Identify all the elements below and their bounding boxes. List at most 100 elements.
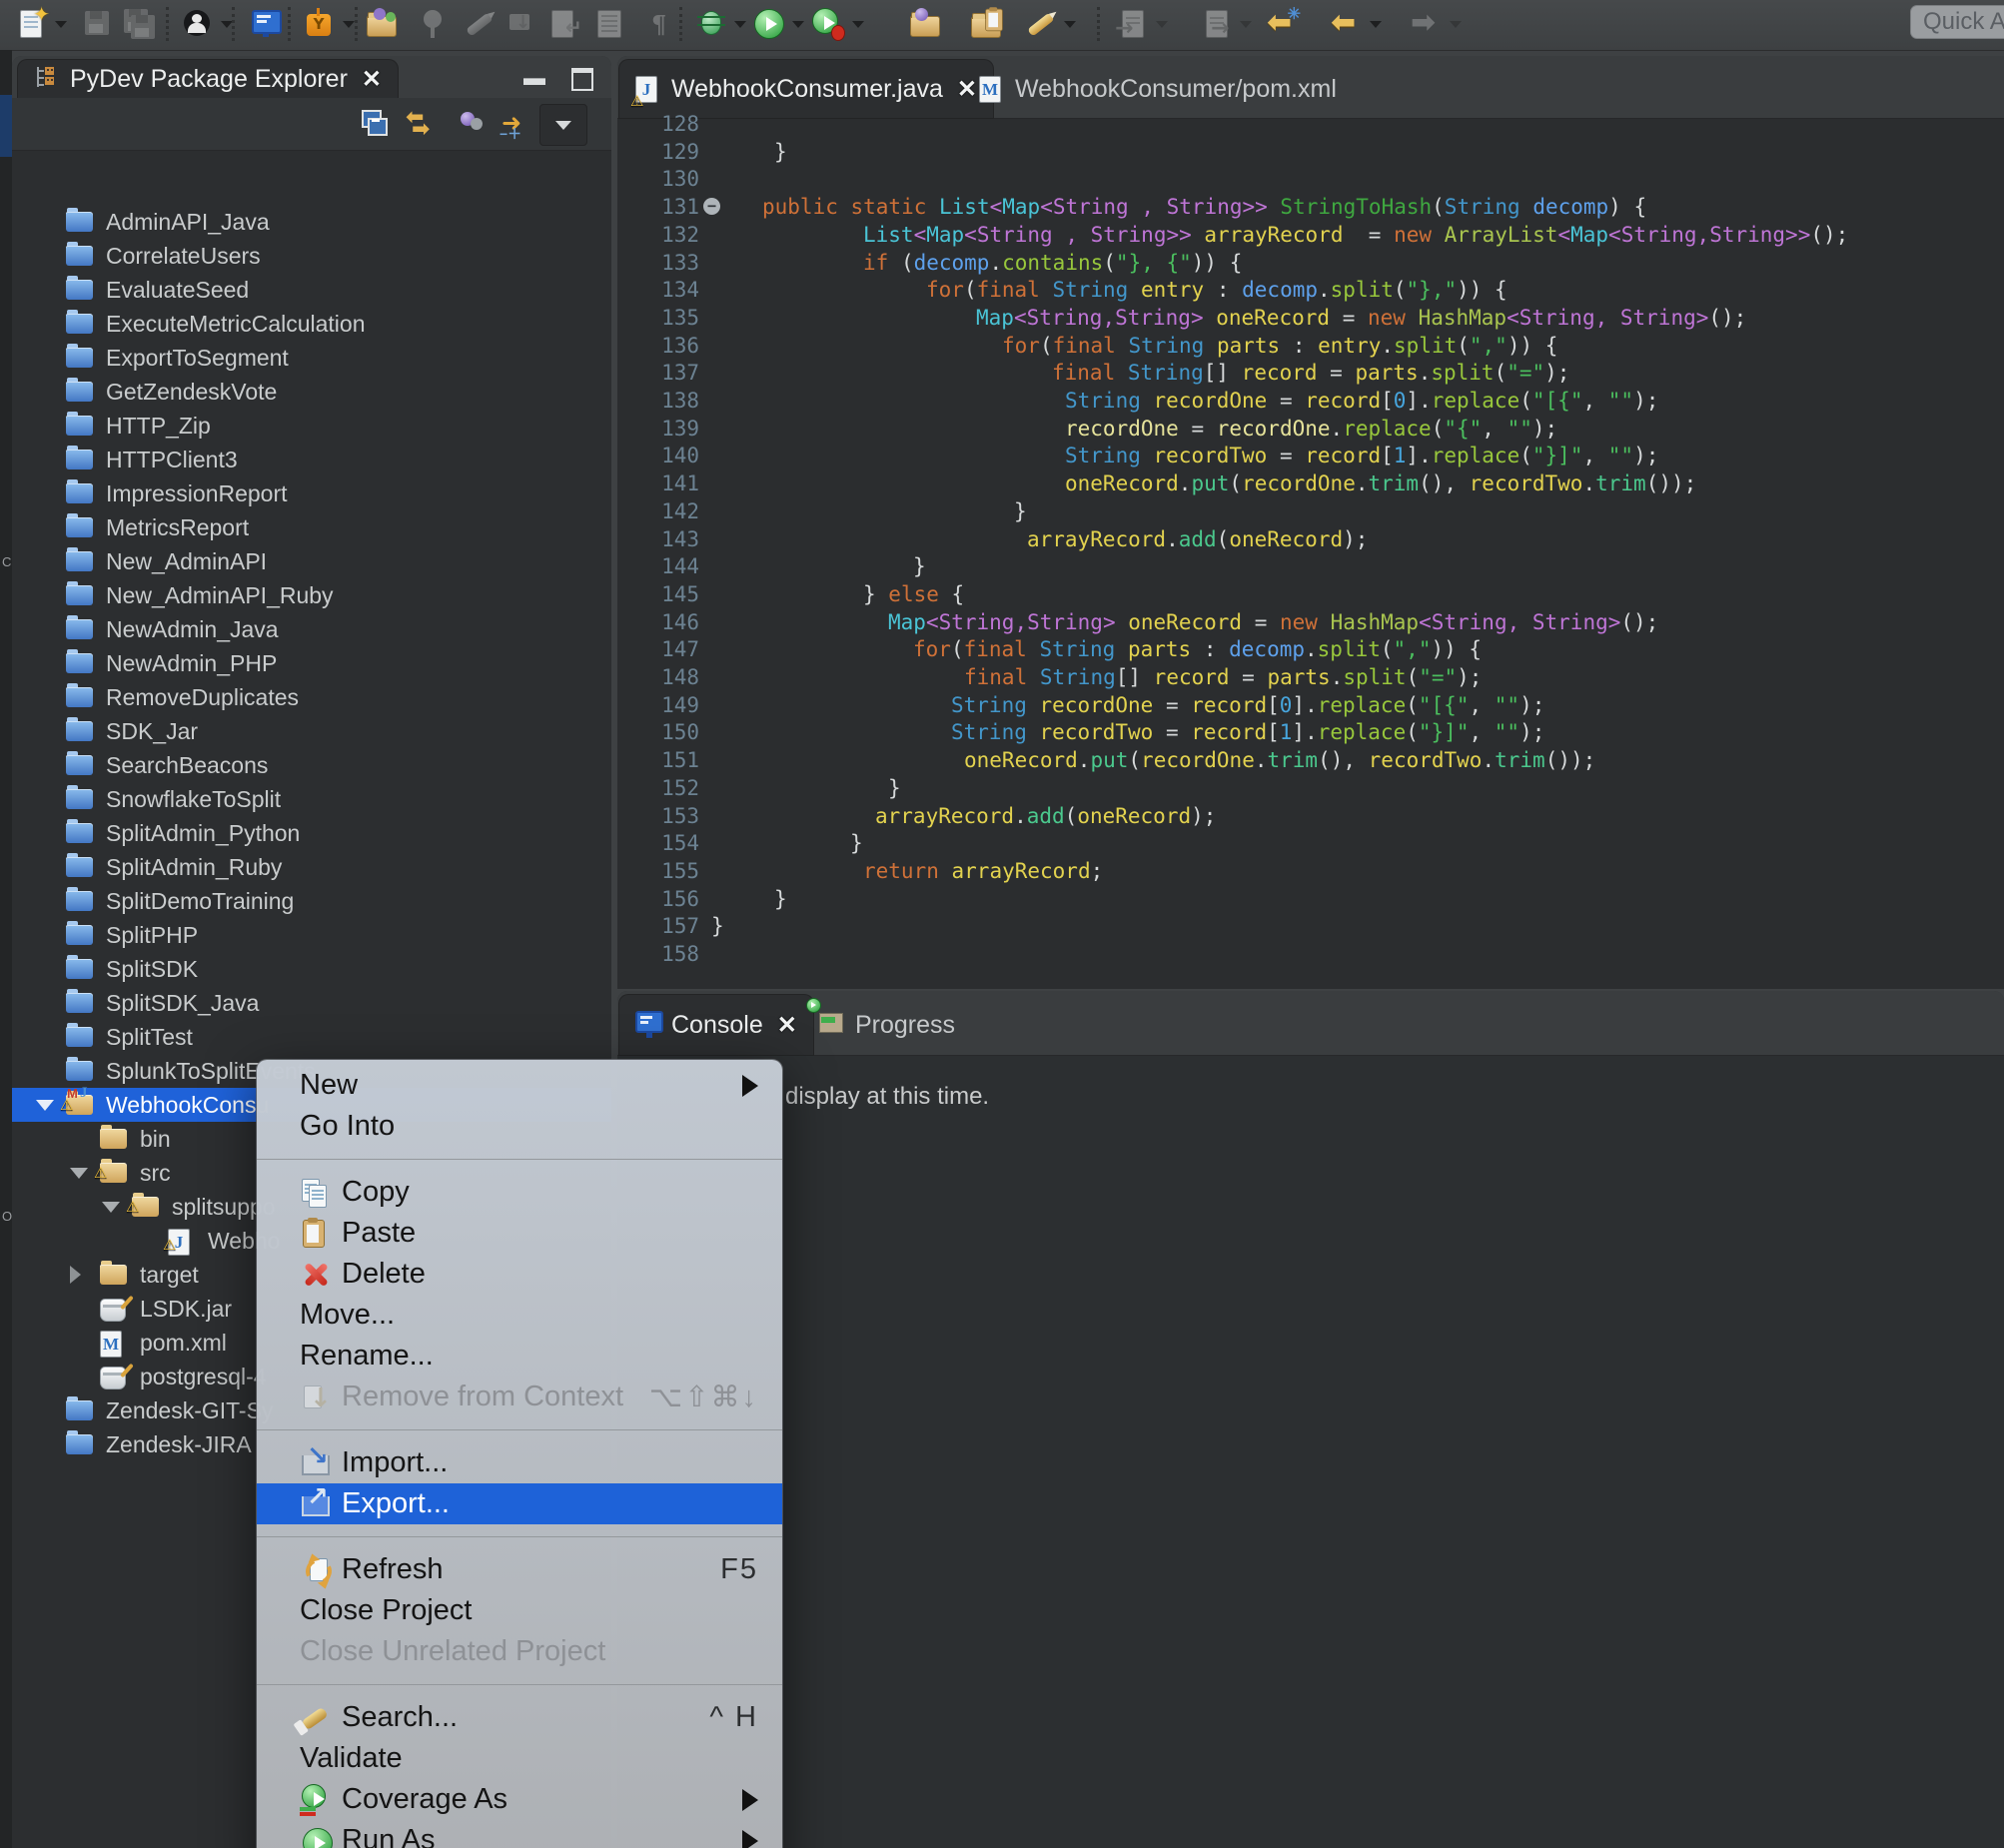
tree-item-http-zip[interactable]: HTTP_Zip [12,409,611,443]
tree-item-splitsdk-java[interactable]: SplitSDK_Java [12,986,611,1020]
code-line-131[interactable]: 131−public static List<Map<String , Stri… [617,193,1646,221]
dropdown-arrow-icon[interactable] [1156,21,1168,28]
code-line-156[interactable]: 156} [617,885,787,913]
tree-item-removeduplicates[interactable]: RemoveDuplicates [12,680,611,714]
quick-access-input[interactable]: Quick Acc [1910,5,2004,39]
code-line-146[interactable]: 146Map<String,String> oneRecord = new Ha… [617,608,1658,636]
tree-item-new-adminapi[interactable]: New_AdminAPI [12,544,611,578]
code-line-139[interactable]: 139recordOne = recordOne.replace("{", ""… [617,415,1557,443]
code-line-151[interactable]: 151oneRecord.put(recordOne.trim(), recor… [617,746,1595,774]
menu-item-import-[interactable]: ↘Import... [257,1442,782,1483]
code-line-128[interactable]: 128 [617,110,711,138]
maximize-icon[interactable] [571,68,593,91]
tree-item-impressionreport[interactable]: ImpressionReport [12,476,611,510]
view-menu-chevron-icon[interactable] [539,104,587,146]
toolbar-button-back[interactable]: ⬅ [1329,5,1382,43]
tree-item-exporttosegment[interactable]: ExportToSegment [12,341,611,375]
tree-item-getzendeskvote[interactable]: GetZendeskVote [12,375,611,409]
toolbar-button-console-view[interactable] [248,5,284,43]
menu-item-rename-[interactable]: Rename... [257,1336,782,1377]
toolbar-button-back-annotation[interactable]: ⬅✳ [1265,5,1301,43]
tree-item-adminapi-java[interactable]: AdminAPI_Java [12,205,611,239]
toolbar-button-folder-clip[interactable] [969,5,1005,43]
tab-pydev-package-explorer[interactable]: PyDev Package Explorer ✕ [18,60,398,98]
code-line-129[interactable]: 129} [617,138,787,166]
tree-item-sdk-jar[interactable]: SDK_Jar [12,714,611,748]
menu-item-go-into[interactable]: Go Into [257,1106,782,1147]
code-line-148[interactable]: 148final String[] record = parts.split("… [617,663,1482,691]
tree-item-evaluateseed[interactable]: EvaluateSeed [12,273,611,307]
expander-down-icon[interactable] [102,1202,120,1213]
tree-item-splitadmin-python[interactable]: SplitAdmin_Python [12,816,611,850]
toolbar-button-pen-gold[interactable] [1023,5,1076,43]
tree-item-splittest[interactable]: SplitTest [12,1020,611,1054]
dropdown-arrow-icon[interactable] [792,21,804,28]
view-toolbar-package-filter-icon[interactable] [456,106,492,142]
menu-item-validate[interactable]: Validate [257,1738,782,1779]
menu-item-run-as[interactable]: Run As [257,1820,782,1848]
code-line-141[interactable]: 141oneRecord.put(recordOne.trim(), recor… [617,469,1696,497]
code-line-142[interactable]: 142} [617,497,1027,525]
view-toolbar-collapse-all-icon[interactable] [358,106,394,142]
tree-item-httpclient3[interactable]: HTTPClient3 [12,443,611,476]
expander-down-icon[interactable] [70,1168,88,1179]
code-line-149[interactable]: 149String recordOne = record[0].replace(… [617,691,1544,719]
code-line-157[interactable]: 157} [617,912,724,940]
code-line-138[interactable]: 138String recordOne = record[0].replace(… [617,387,1658,415]
tree-item-splitsdk[interactable]: SplitSDK [12,952,611,986]
tree-item-correlateusers[interactable]: CorrelateUsers [12,239,611,273]
dropdown-arrow-icon[interactable] [1370,21,1382,28]
code-line-143[interactable]: 143arrayRecord.add(oneRecord); [617,525,1368,553]
menu-item-move-[interactable]: Move... [257,1295,782,1336]
tree-item-searchbeacons[interactable]: SearchBeacons [12,748,611,782]
code-line-130[interactable]: 130 [617,165,711,193]
toolbar-button-folder-purple[interactable] [907,5,943,43]
dropdown-arrow-icon[interactable] [55,21,67,28]
dropdown-arrow-icon[interactable] [1450,21,1462,28]
code-line-132[interactable]: 132List<Map<String , String>> arrayRecor… [617,221,1848,249]
view-toolbar-focus-task-icon[interactable]: ➜−＋ [498,106,533,142]
toolbar-button-new-wizard[interactable]: ✦ [14,5,67,43]
code-line-154[interactable]: 154} [617,829,863,857]
tree-item-newadmin-php[interactable]: NewAdmin_PHP [12,646,611,680]
tab-console[interactable]: Console✕ [619,995,813,1055]
tree-item-splitdemotraining[interactable]: SplitDemoTraining [12,884,611,918]
dropdown-arrow-icon[interactable] [852,21,864,28]
menu-item-coverage-as[interactable]: Coverage As [257,1779,782,1820]
code-line-144[interactable]: 144} [617,552,926,580]
code-line-136[interactable]: 136for(final String parts : entry.split(… [617,332,1557,360]
menu-item-search-[interactable]: Search...^ H [257,1697,782,1738]
dropdown-arrow-icon[interactable] [343,21,355,28]
dropdown-arrow-icon[interactable] [1240,21,1252,28]
minimize-icon[interactable]: ▬ [523,68,545,91]
tree-item-snowflaketosplit[interactable]: SnowflakeToSplit [12,782,611,816]
tree-item-metricsreport[interactable]: MetricsReport [12,510,611,544]
code-line-137[interactable]: 137final String[] record = parts.split("… [617,359,1569,387]
expander-right-icon[interactable] [70,1266,81,1284]
dropdown-arrow-icon[interactable] [1064,21,1076,28]
toolbar-button-run[interactable] [751,5,804,43]
code-line-134[interactable]: 134for(final String entry : decomp.split… [617,276,1507,304]
toolbar-button-debug-bug[interactable] [693,5,746,43]
close-explorer-icon[interactable]: ✕ [362,65,382,94]
toolbar-button-split-box[interactable] [302,5,355,43]
code-line-147[interactable]: 147for(final String parts : decomp.split… [617,635,1482,663]
menu-item-new[interactable]: New [257,1065,782,1106]
toolbar-button-run-debug[interactable] [811,5,864,43]
menu-item-delete[interactable]: Delete [257,1254,782,1295]
fold-marker-icon[interactable]: − [703,198,720,215]
code-line-133[interactable]: 133if (decomp.contains("}, {")) { [617,249,1242,277]
tree-item-executemetriccalculation[interactable]: ExecuteMetricCalculation [12,307,611,341]
menu-item-refresh[interactable]: RefreshF5 [257,1549,782,1590]
expander-down-icon[interactable] [36,1100,54,1111]
tree-item-newadmin-java[interactable]: NewAdmin_Java [12,612,611,646]
code-editor[interactable]: 128129}130131−public static List<Map<Str… [617,110,2004,989]
code-line-153[interactable]: 153arrayRecord.add(oneRecord); [617,802,1216,830]
code-line-135[interactable]: 135Map<String,String> oneRecord = new Ha… [617,304,1746,332]
code-line-140[interactable]: 140String recordTwo = record[1].replace(… [617,442,1658,469]
code-line-145[interactable]: 145} else { [617,580,964,608]
view-toolbar-link-with-editor-icon[interactable]: ⬅➡ [404,106,440,142]
tree-item-new-adminapi-ruby[interactable]: New_AdminAPI_Ruby [12,578,611,612]
tree-item-splitadmin-ruby[interactable]: SplitAdmin_Ruby [12,850,611,884]
tab-progress[interactable]: Progress [803,995,971,1055]
